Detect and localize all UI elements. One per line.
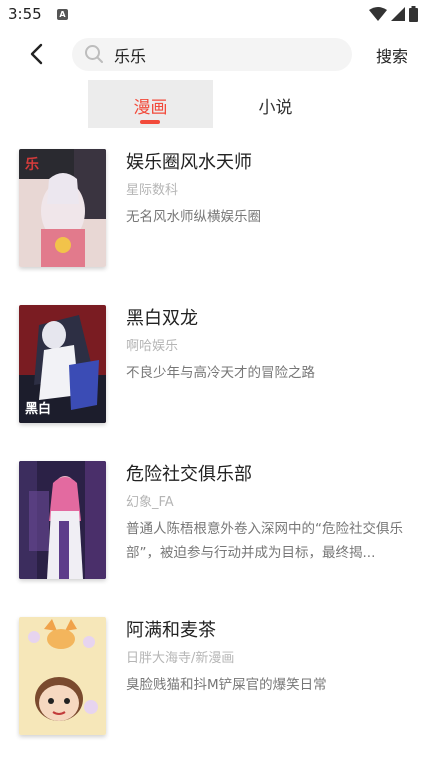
search-button[interactable]: 搜索	[376, 43, 408, 67]
result-description: 普通人陈梧根意外卷入深网中的“危险社交俱乐部”，被迫参与行动并成为目标，最终揭.…	[126, 521, 403, 561]
result-item[interactable]: 乐 娱乐圈风水天师 星际数科 无名风水师纵横娱乐圈	[0, 146, 426, 302]
svg-text:乐: 乐	[25, 156, 39, 173]
result-description: 无名风水师纵横娱乐圈	[126, 209, 261, 225]
result-title: 黑白双龙	[126, 308, 198, 329]
tab-novels-label: 小说	[258, 98, 293, 118]
result-description: 臭脸贱猫和抖M铲屎官的爆笑日常	[126, 677, 327, 693]
comic-cover: 乐	[19, 149, 106, 267]
result-title: 阿满和麦茶	[126, 620, 216, 641]
result-title: 娱乐圈风水天师	[126, 152, 252, 173]
result-item[interactable]: 危险社交俱乐部 幻象_FA 普通人陈梧根意外卷入深网中的“危险社交俱乐部”，被迫…	[0, 458, 426, 614]
back-arrow-icon	[30, 43, 43, 65]
result-author: 日胖大海寺/新漫画	[126, 651, 235, 666]
status-icons	[369, 6, 418, 22]
result-list: 乐 娱乐圈风水天师 星际数科 无名风水师纵横娱乐圈 黑白 黑白双龙 啊哈娱乐 不…	[0, 146, 426, 757]
tab-comics-label: 漫画	[133, 98, 168, 118]
result-title: 危险社交俱乐部	[126, 464, 252, 485]
battery-icon	[409, 6, 418, 22]
result-item[interactable]: 黑白 黑白双龙 啊哈娱乐 不良少年与高冷天才的冒险之路	[0, 302, 426, 458]
status-time: 3:55	[8, 5, 42, 23]
result-description: 不良少年与高冷天才的冒险之路	[126, 365, 315, 381]
wifi-icon	[369, 7, 387, 21]
tab-active-indicator	[140, 120, 160, 124]
search-icon	[85, 45, 103, 63]
search-header: 搜索	[0, 36, 426, 72]
comic-cover	[19, 461, 106, 579]
status-bar: 3:55 A	[0, 0, 426, 30]
tab-comics[interactable]: 漫画	[88, 80, 213, 128]
signal-icon	[391, 7, 405, 21]
result-author: 啊哈娱乐	[126, 339, 179, 354]
tab-novels[interactable]: 小说	[213, 80, 338, 128]
search-input[interactable]	[114, 38, 344, 71]
result-author: 幻象_FA	[126, 495, 174, 510]
result-item[interactable]: 阿满和麦茶 日胖大海寺/新漫画 臭脸贱猫和抖M铲屎官的爆笑日常	[0, 614, 426, 757]
comic-cover	[19, 617, 106, 735]
result-author: 星际数科	[126, 183, 179, 198]
comic-cover: 黑白	[19, 305, 106, 423]
svg-text:黑白: 黑白	[25, 401, 51, 417]
category-tabs: 漫画 小说	[88, 80, 338, 128]
search-box[interactable]	[72, 38, 352, 71]
back-button[interactable]	[22, 40, 52, 68]
a-letter-icon: A	[57, 9, 68, 20]
